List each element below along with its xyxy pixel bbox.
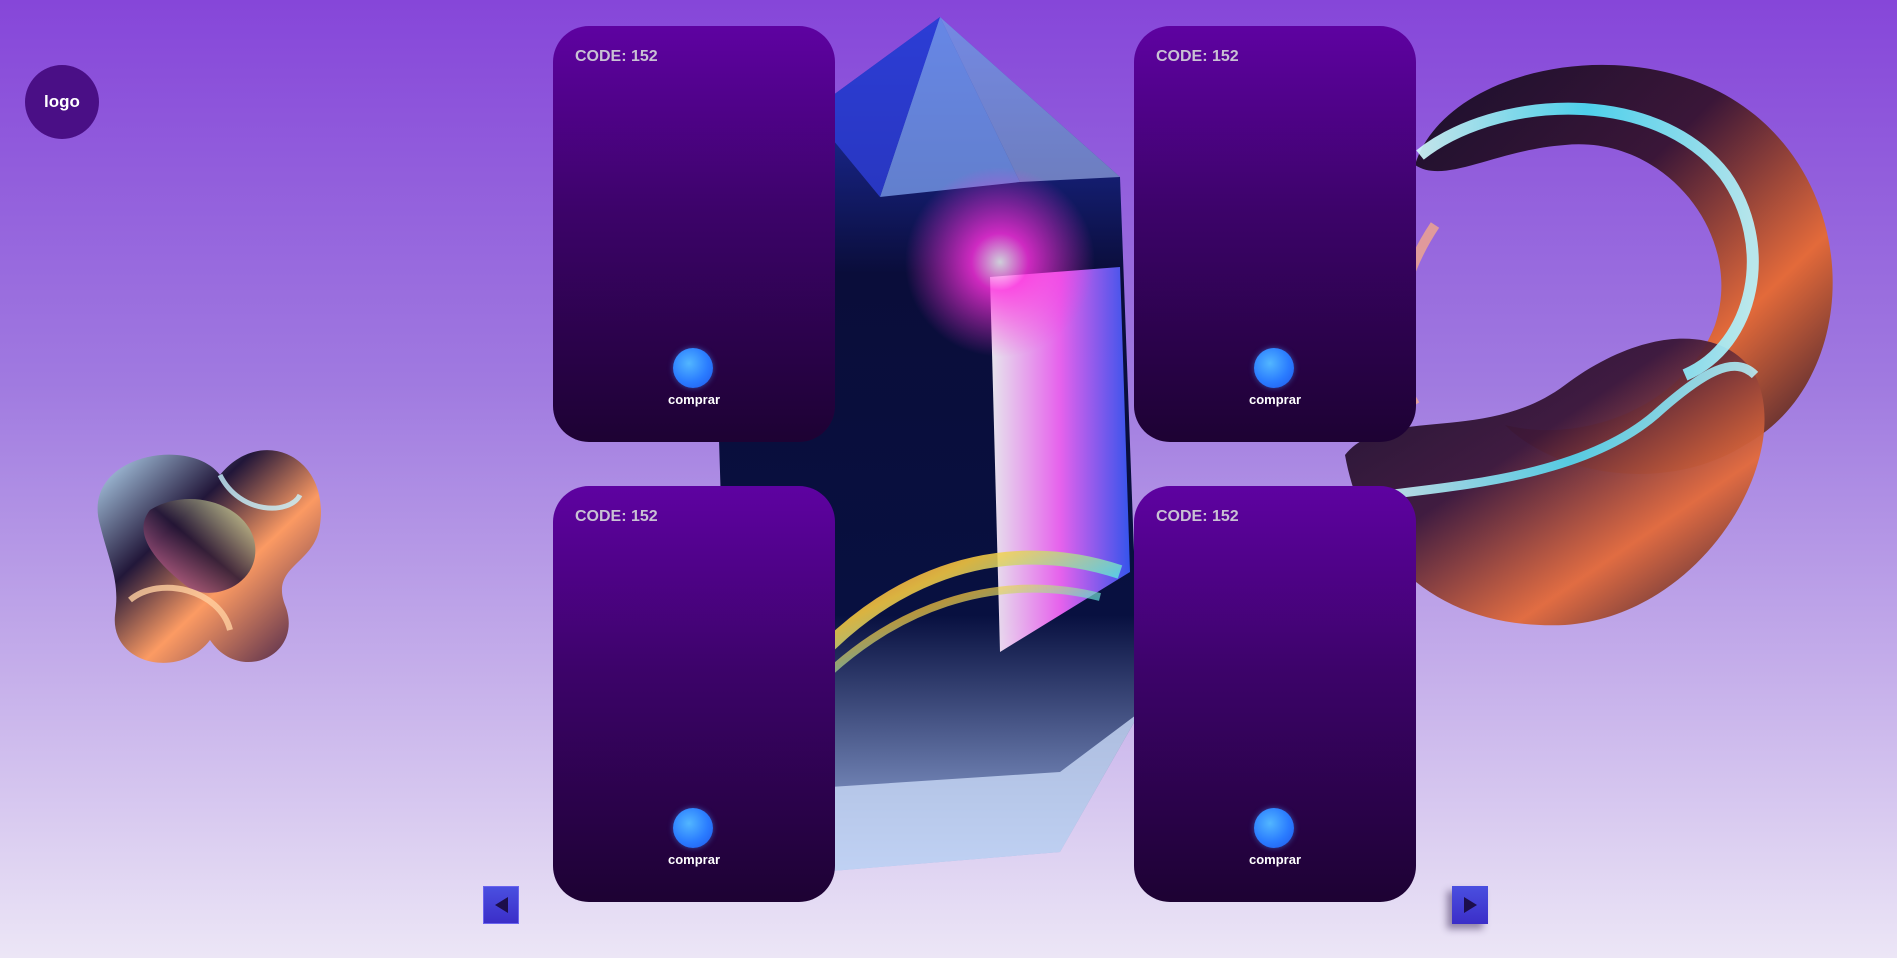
product-card: CODE: 152 comprar: [553, 486, 835, 902]
arrow-left-icon: [494, 897, 508, 913]
buy-button-label[interactable]: comprar: [553, 392, 835, 407]
next-button[interactable]: [1452, 886, 1488, 924]
arrow-right-icon: [1463, 897, 1477, 913]
product-card: CODE: 152 comprar: [1134, 486, 1416, 902]
logo[interactable]: logo: [25, 65, 99, 139]
buy-button-label[interactable]: comprar: [1134, 852, 1416, 867]
buy-button[interactable]: [1254, 348, 1294, 388]
product-card: CODE: 152 comprar: [1134, 26, 1416, 442]
logo-text: logo: [44, 92, 80, 111]
product-code: CODE: 152: [575, 48, 658, 65]
buy-button[interactable]: [673, 808, 713, 848]
product-card: CODE: 152 comprar: [553, 26, 835, 442]
glass-knot-image: [70, 415, 335, 680]
previous-button[interactable]: [483, 886, 519, 924]
product-code: CODE: 152: [575, 508, 658, 525]
buy-button[interactable]: [673, 348, 713, 388]
product-code: CODE: 152: [1156, 508, 1239, 525]
buy-button[interactable]: [1254, 808, 1294, 848]
product-code: CODE: 152: [1156, 48, 1239, 65]
buy-button-label[interactable]: comprar: [553, 852, 835, 867]
buy-button-label[interactable]: comprar: [1134, 392, 1416, 407]
